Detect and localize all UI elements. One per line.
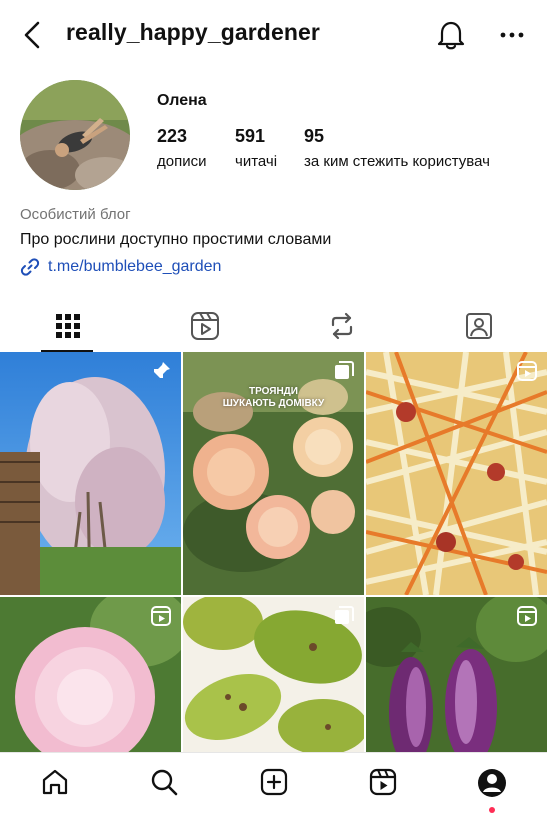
reels-icon	[369, 768, 397, 796]
home-icon	[42, 769, 67, 795]
followers-count-label: читачі	[235, 153, 278, 170]
nav-search[interactable]	[109, 753, 218, 825]
tagged-icon	[465, 313, 492, 339]
profile-category: Особистий блог	[20, 206, 131, 223]
more-horizontal-icon[interactable]	[499, 22, 525, 48]
post-thumbnail[interactable]	[366, 352, 547, 595]
posts-count-label: дописи	[157, 153, 207, 170]
following-count[interactable]: 95 за ким стежить користувач	[304, 126, 490, 170]
search-icon	[151, 769, 178, 796]
following-count-value: 95	[304, 126, 325, 146]
pin-icon	[153, 362, 170, 379]
post-thumbnail[interactable]	[0, 597, 181, 752]
bell-icon[interactable]	[436, 19, 466, 51]
post-caption-overlay: ТРОЯНДИ ШУКАЮТЬ ДОМІВКУ	[183, 386, 364, 410]
profile-bio: Про рослини доступно простими словами	[20, 231, 332, 248]
reels-icon	[517, 606, 537, 626]
nav-create[interactable]	[219, 753, 328, 825]
followers-count[interactable]: 591 читачі	[235, 126, 277, 170]
notification-dot	[489, 807, 496, 813]
post-thumbnail[interactable]	[366, 597, 547, 752]
reels-icon	[151, 606, 171, 626]
profile-tabs	[0, 300, 547, 352]
create-icon	[260, 768, 287, 796]
post-thumbnail[interactable]	[0, 352, 181, 595]
post-image	[366, 352, 547, 595]
followers-count-value: 591	[235, 126, 266, 146]
profile-link-text: t.me/bumblebee_garden	[48, 258, 222, 275]
reposts-icon	[331, 312, 352, 340]
profile-name: Олена	[157, 92, 207, 109]
nav-profile[interactable]	[438, 753, 547, 825]
carousel-icon	[335, 361, 354, 379]
caption-line: ШУКАЮТЬ ДОМІВКУ	[222, 398, 325, 409]
tab-grid[interactable]	[0, 300, 137, 352]
bottom-navigation	[0, 752, 547, 825]
carousel-icon	[335, 606, 354, 624]
tab-reposts[interactable]	[274, 300, 411, 352]
posts-grid: ТРОЯНДИ ШУКАЮТЬ ДОМІВКУ	[0, 352, 547, 752]
caption-line: ТРОЯНДИ	[248, 386, 298, 397]
posts-count[interactable]: 223 дописи	[157, 126, 206, 170]
grid-icon	[56, 314, 81, 338]
profile-username[interactable]: really_happy_gardener	[66, 19, 320, 46]
following-count-label: за ким стежить користувач	[304, 153, 490, 170]
nav-reels[interactable]	[328, 753, 437, 825]
nav-home[interactable]	[0, 753, 109, 825]
profile-link[interactable]: t.me/bumblebee_garden	[20, 257, 221, 277]
link-icon	[20, 258, 40, 276]
tab-reels[interactable]	[137, 300, 274, 352]
top-bar: really_happy_gardener	[0, 0, 547, 70]
chevron-left-icon[interactable]	[18, 20, 48, 50]
profile-icon	[478, 769, 507, 797]
reels-icon	[191, 312, 220, 340]
avatar[interactable]	[20, 80, 130, 190]
reels-icon	[517, 361, 537, 381]
post-thumbnail[interactable]	[183, 597, 364, 752]
post-thumbnail[interactable]: ТРОЯНДИ ШУКАЮТЬ ДОМІВКУ	[183, 352, 364, 595]
post-image	[0, 352, 181, 595]
posts-count-value: 223	[157, 126, 188, 146]
tab-tagged[interactable]	[410, 300, 547, 352]
